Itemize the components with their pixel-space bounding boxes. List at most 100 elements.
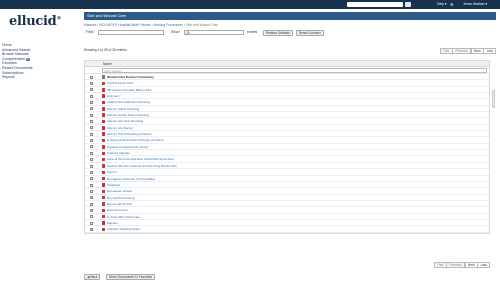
row-checkbox[interactable]	[90, 170, 93, 174]
document-link[interactable]: Dermaplex Premium Cell (Flexible)	[107, 176, 155, 182]
previous-page-button[interactable]: Previous	[452, 48, 472, 54]
row-checkbox[interactable]	[90, 196, 93, 200]
row-checkbox[interactable]	[90, 151, 93, 155]
document-link[interactable]: Calcium Alginate	[107, 150, 130, 156]
row-checkbox[interactable]	[90, 221, 93, 225]
sidebar-item-label: Subscriptions	[2, 70, 24, 75]
pdf-document-icon	[102, 208, 105, 213]
document-link[interactable]: Iodoform Packing Strips	[107, 226, 140, 232]
row-checkbox[interactable]	[90, 75, 93, 79]
help-menu[interactable]: Help ▾	[437, 2, 447, 7]
document-link[interactable]: Allevyn Trach Dressing (Classic)	[107, 131, 152, 137]
gear-icon[interactable]: ⚙	[450, 2, 454, 7]
row-checkbox[interactable]	[90, 113, 93, 117]
row-checkbox[interactable]	[90, 132, 93, 136]
previous-page-button-bottom[interactable]: Previous	[446, 262, 466, 268]
row-checkbox[interactable]	[90, 183, 93, 187]
document-link[interactable]: Excoria Cream	[107, 207, 127, 213]
show-entries-select[interactable]: 25	[184, 30, 244, 35]
logo-mark: ®	[56, 15, 62, 22]
pdf-document-icon	[102, 170, 105, 175]
last-page-button[interactable]: Last	[483, 48, 496, 54]
row-checkbox[interactable]	[90, 158, 93, 162]
row-checkbox[interactable]	[90, 101, 93, 105]
first-page-button[interactable]: First	[439, 48, 453, 54]
document-link[interactable]: Aquacel & Aquacel AG (silver)	[107, 144, 148, 150]
row-checkbox[interactable]	[90, 88, 93, 92]
back-button[interactable]: ◀ Back	[84, 274, 101, 280]
breadcrumb-current: Skin and Wound Care	[185, 23, 219, 27]
pdf-document-icon	[102, 151, 105, 156]
table-row[interactable]: Iodoform Packing Strips	[85, 226, 489, 233]
global-search-input[interactable]	[347, 2, 403, 7]
row-checkbox[interactable]	[90, 82, 93, 86]
document-link[interactable]: Dry Sterile Dressing	[107, 195, 135, 201]
pdf-document-icon	[102, 113, 105, 117]
breadcrumb-link[interactable]: Manuals	[84, 23, 96, 27]
document-link[interactable]: Allevyn Gentle Foam Dressing	[107, 112, 149, 118]
column-chooser-tab[interactable]	[492, 90, 495, 108]
row-checkbox[interactable]	[90, 126, 93, 130]
document-link[interactable]: Mepilex	[107, 220, 118, 226]
pdf-document-icon	[102, 88, 105, 92]
logo-text: ellucid	[9, 14, 57, 29]
row-checkbox[interactable]	[90, 94, 93, 98]
pdf-document-icon	[102, 195, 105, 200]
move-to-favorites-button[interactable]: Move Documents To Favorites	[106, 274, 155, 280]
restore-defaults-button[interactable]: Restore Defaults	[263, 29, 293, 36]
pdf-document-icon	[102, 164, 105, 168]
reset-columns-button[interactable]: Reset Columns	[296, 29, 324, 36]
row-checkbox[interactable]	[90, 107, 93, 111]
column-filter-input[interactable]: Filter Column	[102, 68, 487, 73]
sidebar-item-reports[interactable]: Reports	[2, 75, 82, 80]
row-checkbox[interactable]	[90, 139, 93, 143]
next-page-button-bottom[interactable]: Next	[464, 262, 478, 268]
row-checkbox[interactable]	[90, 164, 93, 168]
document-link[interactable]: Care of the Post-operative Chest/Sternal…	[107, 156, 174, 162]
next-page-button[interactable]: Next	[470, 48, 484, 54]
breadcrumb-link[interactable]: Nursing Procedures	[154, 23, 183, 27]
field-select[interactable]	[98, 30, 164, 35]
filter-row: Filter Column	[85, 67, 489, 74]
document-link[interactable]: Cavilon 3M skin cleanser and No Sting Ba…	[107, 163, 177, 169]
document-link[interactable]: Allevyn Life Sacral	[107, 125, 132, 131]
show-label: Show	[171, 30, 180, 34]
document-link[interactable]: G-Tube PEG Tube Care	[107, 214, 140, 220]
search-button[interactable]	[405, 2, 411, 7]
document-link[interactable]: Allevyn Life Heel Dressing	[107, 118, 143, 124]
document-link[interactable]: Cipro's	[107, 169, 117, 175]
field-label: Field	[86, 30, 94, 34]
row-checkbox[interactable]	[90, 208, 93, 212]
document-link[interactable]: Critaplast	[107, 182, 120, 188]
row-checkbox[interactable]	[90, 215, 93, 219]
last-page-button-bottom[interactable]: Last	[477, 262, 490, 268]
document-link[interactable]: Acticoat 7	[107, 93, 121, 99]
breadcrumb-link[interactable]: NCH MGFO Hospital Wide Policies	[99, 23, 150, 27]
document-link[interactable]: 3-Z 5% Acetic Acid	[107, 80, 133, 86]
main-content: Skin and Wound Care Manuals › NCH MGFO H…	[84, 12, 496, 280]
user-menu[interactable]: Jenzn Ibrahan ▾	[463, 2, 487, 7]
page-title: Skin and Wound Care	[84, 12, 496, 20]
row-checkbox[interactable]	[90, 120, 93, 124]
pdf-document-icon	[102, 157, 105, 162]
document-link[interactable]: Dermaplex Ocean	[107, 188, 132, 194]
row-checkbox[interactable]	[90, 177, 93, 181]
pdf-document-icon	[102, 107, 105, 111]
first-page-button-bottom[interactable]: First	[433, 262, 447, 268]
document-link[interactable]: Eucerin Extra Thin	[107, 201, 132, 207]
pdf-document-icon	[102, 138, 105, 143]
document-link[interactable]: 3M Cavilon No-sting Barrier Film	[107, 87, 152, 93]
group-title: Wound Care Product Formulary	[107, 75, 154, 79]
sidebar-item-label: Browse Manuals	[2, 52, 29, 57]
pdf-document-icon	[102, 176, 105, 181]
document-link[interactable]: Anasept Antimicrobial Hydrogel (Contact)	[107, 137, 164, 143]
document-link[interactable]: Allevyn Island Dressing	[107, 106, 139, 112]
ellucid-logo[interactable]: ellucid®	[9, 14, 61, 29]
row-checkbox[interactable]	[90, 227, 93, 231]
row-checkbox[interactable]	[90, 202, 93, 206]
row-checkbox[interactable]	[90, 189, 93, 193]
sidebar-item-label: Home	[2, 43, 12, 47]
entries-info: Showing 1 to 25 of 26 entries	[84, 48, 127, 52]
document-link[interactable]: Adaptic Non-adherent Dressing	[107, 99, 150, 105]
row-checkbox[interactable]	[90, 145, 93, 149]
